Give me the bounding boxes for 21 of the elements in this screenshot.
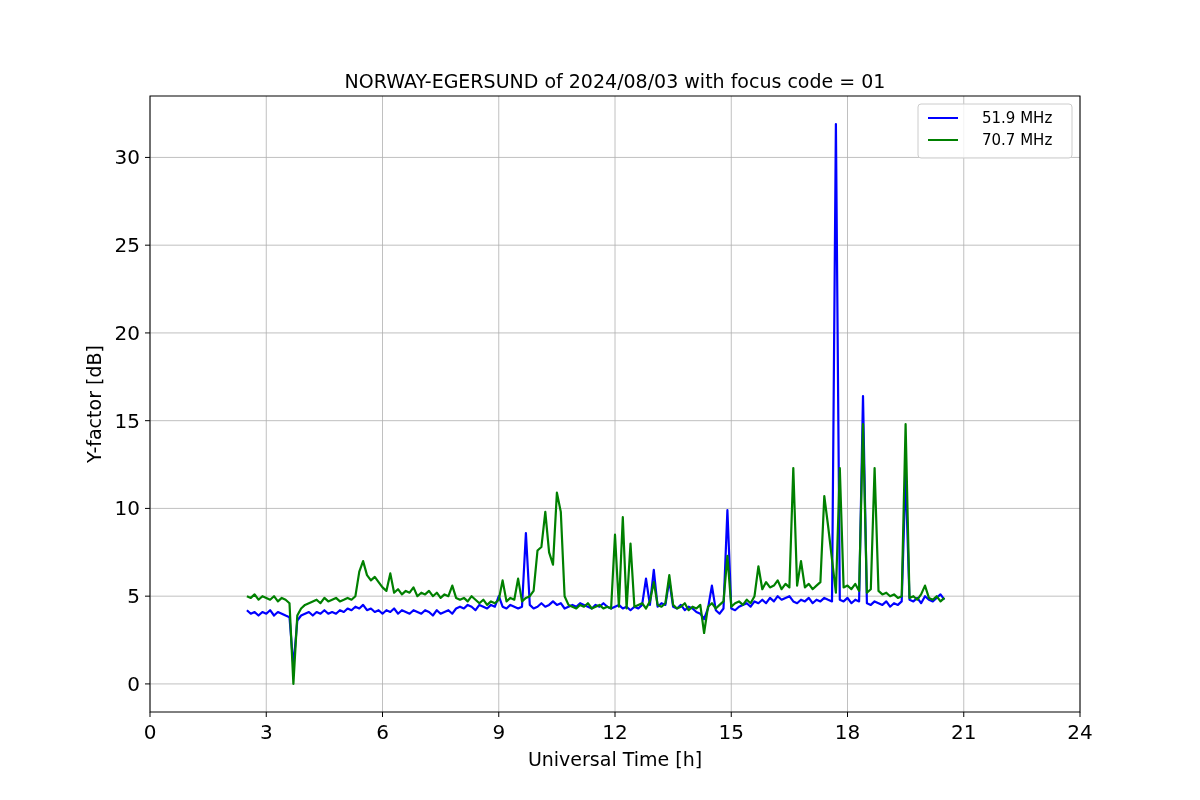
x-tick-label: 6	[376, 720, 389, 744]
x-tick-label: 18	[834, 720, 861, 744]
y-tick-label: 5	[127, 584, 140, 609]
x-tick-label: 21	[951, 720, 977, 744]
x-tick-label: 15	[718, 720, 744, 744]
x-axis-label: Universal Time [h]	[527, 748, 703, 770]
chart-title: NORWAY-EGERSUND of 2024/08/03 with focus code = 01	[344, 70, 886, 92]
legend-label: 70.7 MHz	[982, 131, 1053, 149]
legend-label: 51.9 MHz	[982, 109, 1053, 127]
y-tick-label: 0	[127, 671, 140, 696]
x-tick-label: 9	[492, 720, 506, 744]
x-tick-label: 24	[1067, 720, 1093, 744]
y-tick-label: 15	[114, 408, 140, 433]
y-tick-label: 25	[114, 233, 140, 258]
y-tick-label: 30	[114, 145, 140, 170]
x-tick-label: 12	[602, 720, 628, 744]
y-tick-label: 20	[114, 320, 140, 345]
y-tick-label: 10	[114, 496, 140, 521]
x-tick-label: 0	[143, 720, 157, 744]
x-tick-label: 3	[259, 720, 273, 744]
y-axis-label: Y-factor [dB]	[83, 345, 105, 463]
